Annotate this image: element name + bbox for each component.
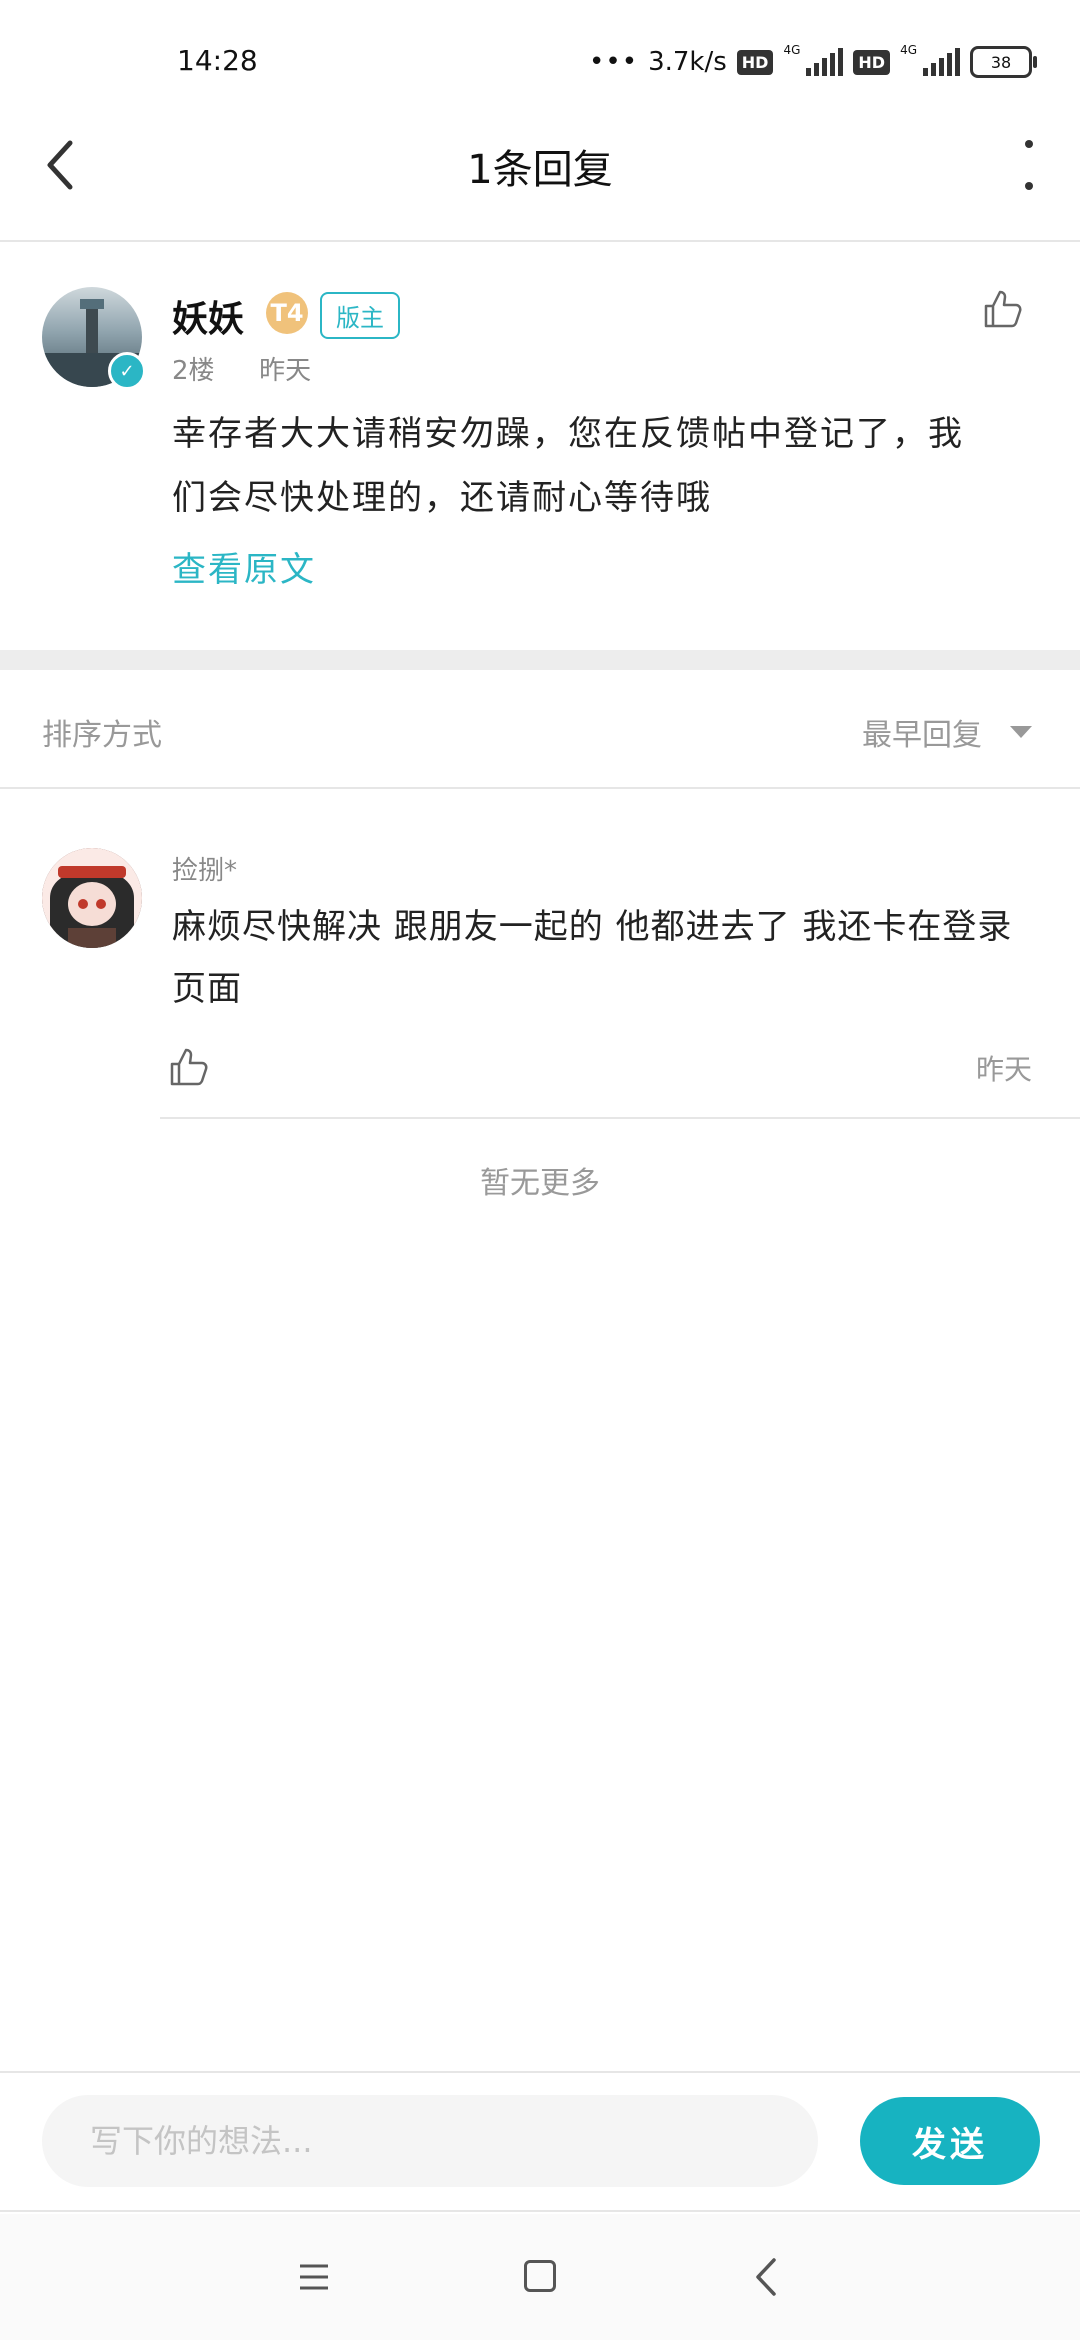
battery-level: 38: [990, 52, 1012, 72]
menu-icon: [300, 2264, 328, 2290]
more-notifications-icon: •••: [589, 47, 639, 77]
commenter-username[interactable]: 捡捌*: [172, 850, 237, 887]
comment-content: 麻烦尽快解决 跟朋友一起的 他都进去了 我还卡在登录页面: [172, 907, 1013, 1009]
input-bar-divider: [0, 2071, 1080, 2073]
network-type-2: 4G: [900, 43, 917, 57]
anime-avatar-image: [42, 848, 142, 948]
header-divider: [0, 240, 1080, 242]
moderator-badge: 版主: [320, 292, 400, 339]
post-content: 幸存者大大请稍安勿躁，您在反馈帖中登记了，我们会尽快处理的，还请耐心等待哦: [172, 414, 964, 518]
sort-selector[interactable]: 最早回复: [862, 710, 982, 754]
op-username[interactable]: 妖妖: [172, 290, 244, 342]
reply-input-container[interactable]: [42, 2095, 818, 2187]
system-back-button[interactable]: [752, 2256, 782, 2298]
nav-divider: [0, 2210, 1080, 2212]
caret-down-icon[interactable]: [1010, 726, 1032, 738]
level-badge: T4: [266, 292, 308, 334]
page-title: 1条回复: [467, 147, 613, 193]
status-time: 14:28: [177, 44, 258, 77]
reply-input[interactable]: [88, 2121, 772, 2161]
home-button[interactable]: [524, 2260, 556, 2292]
recent-apps-button[interactable]: [296, 2262, 332, 2292]
sort-divider: [0, 787, 1080, 789]
signal-icon: [806, 48, 844, 76]
network-speed: 3.7k/s: [648, 47, 727, 77]
hd-badge-2: HD: [853, 49, 891, 75]
status-indicators: ••• 3.7k/s HD 4G HD 4G 38: [589, 40, 1037, 84]
post-time: 昨天: [259, 356, 312, 386]
comment-divider: [160, 1117, 1080, 1119]
chevron-left-icon: [756, 2258, 776, 2296]
sort-label: 排序方式: [42, 718, 162, 753]
more-dot-icon: [1025, 140, 1033, 148]
no-more-text: 暂无更多: [480, 1166, 600, 1201]
view-original-link[interactable]: 查看原文: [172, 542, 316, 591]
thumbs-up-icon: [984, 290, 1022, 328]
like-button[interactable]: [980, 286, 1024, 330]
network-type: 4G: [783, 43, 801, 57]
battery-icon: 38: [970, 46, 1037, 78]
op-meta: 2楼 昨天: [172, 350, 311, 387]
send-button[interactable]: 发送: [860, 2097, 1040, 2185]
floor-number: 2楼: [172, 356, 215, 386]
section-separator: [0, 650, 1080, 670]
comment-time: 昨天: [975, 1053, 1032, 1086]
hd-badge: HD: [736, 49, 774, 75]
signal-icon-2: [923, 48, 960, 76]
verified-icon: ✓: [108, 352, 146, 390]
more-options-button[interactable]: [1014, 140, 1044, 190]
commenter-avatar[interactable]: [42, 848, 142, 948]
comment-like-button[interactable]: [166, 1044, 210, 1088]
more-dot-icon: [1025, 182, 1033, 190]
thumbs-up-icon: [170, 1048, 208, 1086]
